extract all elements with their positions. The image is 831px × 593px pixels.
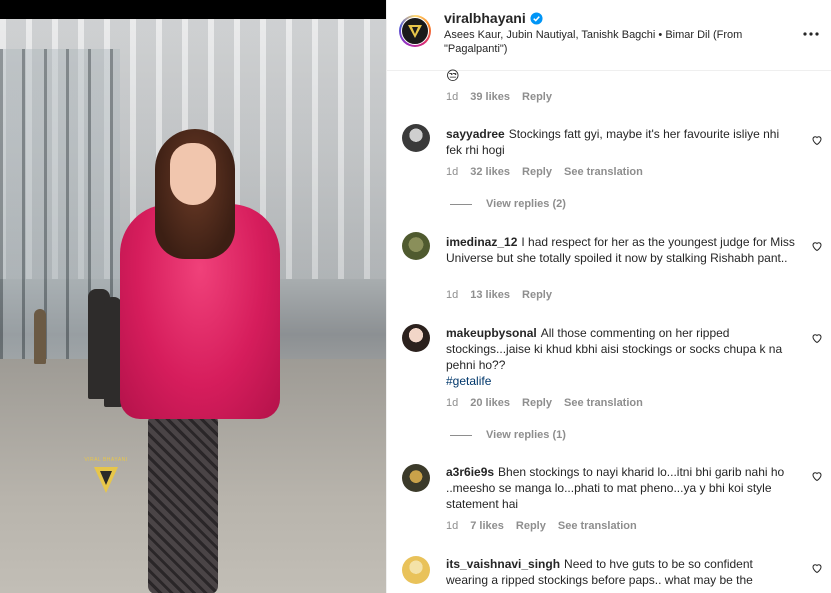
comment-text: its_vaishnavi_singh Need to hve guts to b… bbox=[446, 556, 798, 588]
watermark: VIRAL BHAYANI bbox=[84, 457, 128, 495]
comment-username[interactable]: sayyadree bbox=[446, 127, 505, 141]
comment-username[interactable]: makeupbysonal bbox=[446, 326, 537, 340]
media-top-bar bbox=[0, 0, 386, 19]
post-photo[interactable]: VIRAL BHAYANI bbox=[0, 19, 386, 593]
audio-track[interactable]: Asees Kaur, Jubin Nautiyal, Tanishk Bagc… bbox=[444, 28, 744, 56]
comment-username[interactable]: its_vaishnavi_singh bbox=[446, 557, 560, 571]
view-replies-label: View replies (1) bbox=[486, 429, 566, 441]
emoji-icon: 😒 bbox=[446, 68, 460, 83]
like-heart-icon[interactable] bbox=[811, 134, 823, 146]
comment-likes[interactable]: 32 likes bbox=[470, 166, 510, 178]
comment-meta: 1d 7 likes Reply See translation bbox=[446, 520, 637, 532]
post-details-panel: viralbhayani Asees Kaur, Jubin Nautiyal,… bbox=[386, 0, 831, 593]
comment-username[interactable]: imedinaz_12 bbox=[446, 235, 517, 249]
reply-button[interactable]: Reply bbox=[522, 91, 552, 103]
see-translation-button[interactable]: See translation bbox=[564, 397, 643, 409]
verified-badge-icon bbox=[530, 11, 543, 25]
avatar[interactable] bbox=[402, 124, 430, 152]
reply-button[interactable]: Reply bbox=[522, 289, 552, 301]
model-face bbox=[170, 143, 216, 205]
watermark-logo-icon bbox=[94, 467, 118, 493]
comment-meta: 1d 39 likes Reply bbox=[446, 91, 552, 103]
view-replies-label: View replies (2) bbox=[486, 198, 566, 210]
comment-time: 1d bbox=[446, 520, 459, 532]
replies-divider bbox=[450, 203, 472, 205]
comment-text: sayyadree Stockings fatt gyi, maybe it's … bbox=[446, 126, 798, 158]
comment-text: imedinaz_12 I had respect for her as the … bbox=[446, 234, 798, 266]
comment-text: makeupbysonal All those commenting on her… bbox=[446, 325, 798, 389]
comment-likes[interactable]: 7 likes bbox=[470, 520, 504, 532]
comment-meta: 1d 32 likes Reply See translation bbox=[446, 166, 643, 178]
reply-button[interactable]: Reply bbox=[516, 520, 546, 532]
reply-button[interactable]: Reply bbox=[522, 166, 552, 178]
comment-time: 1d bbox=[446, 166, 459, 178]
like-heart-icon[interactable] bbox=[811, 562, 823, 574]
avatar[interactable] bbox=[402, 464, 430, 492]
brand-logo-icon bbox=[408, 25, 422, 38]
post-header: viralbhayani Asees Kaur, Jubin Nautiyal,… bbox=[387, 0, 831, 71]
like-heart-icon[interactable] bbox=[811, 240, 823, 252]
comment-likes[interactable]: 20 likes bbox=[470, 397, 510, 409]
view-replies-button[interactable]: View replies (1) bbox=[450, 429, 566, 441]
avatar[interactable] bbox=[402, 556, 430, 584]
comment-username[interactable]: a3r6ie9s bbox=[446, 465, 494, 479]
comment-text: a3r6ie9s Bhen stockings to nayi kharid lo… bbox=[446, 464, 798, 512]
like-heart-icon[interactable] bbox=[811, 470, 823, 482]
avatar[interactable] bbox=[399, 15, 431, 47]
comment-likes[interactable]: 13 likes bbox=[470, 289, 510, 301]
avatar[interactable] bbox=[402, 232, 430, 260]
comment-time: 1d bbox=[446, 397, 459, 409]
see-translation-button[interactable]: See translation bbox=[564, 166, 643, 178]
reply-button[interactable]: Reply bbox=[522, 397, 552, 409]
comment-body: Bhen stockings to nayi kharid lo...itni … bbox=[446, 465, 785, 511]
avatar[interactable] bbox=[402, 324, 430, 352]
watermark-text: VIRAL BHAYANI bbox=[84, 457, 128, 463]
like-heart-icon[interactable] bbox=[811, 332, 823, 344]
background-person bbox=[34, 309, 46, 364]
see-translation-button[interactable]: See translation bbox=[558, 520, 637, 532]
comment-time: 1d bbox=[446, 91, 459, 103]
comment-meta: 1d 20 likes Reply See translation bbox=[446, 397, 643, 409]
comment-meta: 1d 13 likes Reply bbox=[446, 289, 552, 301]
more-options-icon[interactable] bbox=[802, 25, 820, 43]
comment-likes[interactable]: 39 likes bbox=[470, 91, 510, 103]
view-replies-button[interactable]: View replies (2) bbox=[450, 198, 566, 210]
comment-time: 1d bbox=[446, 289, 459, 301]
post-media: VIRAL BHAYANI bbox=[0, 0, 386, 593]
hashtag-link[interactable]: #getalife bbox=[446, 374, 491, 388]
model-legs bbox=[148, 414, 218, 593]
replies-divider bbox=[450, 434, 472, 436]
post-username[interactable]: viralbhayani bbox=[444, 10, 526, 26]
